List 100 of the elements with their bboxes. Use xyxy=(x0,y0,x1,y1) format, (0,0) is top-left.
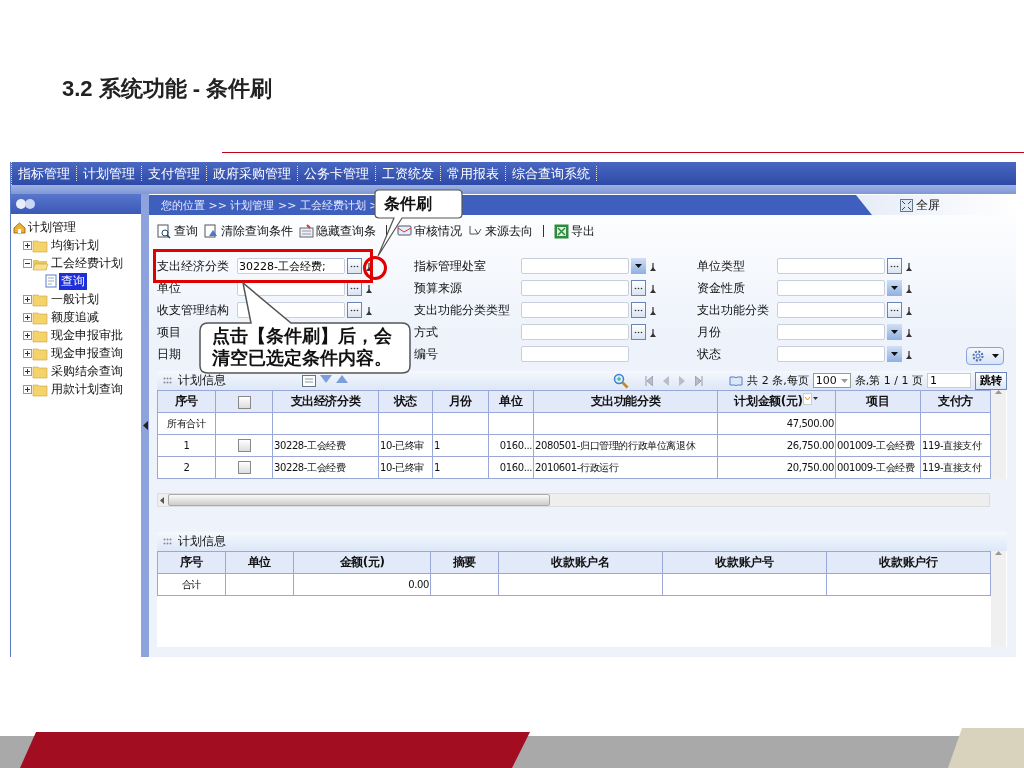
menu-item[interactable]: 支付管理 xyxy=(142,166,207,181)
folder-icon xyxy=(32,309,49,325)
mail-icon[interactable] xyxy=(397,223,412,239)
callout-text: 条件刷 xyxy=(384,194,432,215)
picker-button[interactable] xyxy=(631,324,646,340)
search-icon[interactable] xyxy=(157,223,172,239)
collapse-icon[interactable] xyxy=(23,258,32,268)
list-icon[interactable] xyxy=(302,374,316,387)
menu-item[interactable]: 政府采购管理 xyxy=(207,166,298,181)
fullscreen-icon[interactable] xyxy=(900,198,913,212)
expand-icon[interactable] xyxy=(23,384,32,394)
checkbox[interactable] xyxy=(237,395,251,409)
sort-menu-icon[interactable] xyxy=(802,393,819,405)
brush-icon[interactable] xyxy=(365,260,373,272)
tree-item[interactable]: 现金申报审批 xyxy=(49,326,125,344)
picker-button[interactable] xyxy=(887,258,902,274)
scrollbar[interactable] xyxy=(991,390,1006,479)
expand-icon[interactable] xyxy=(23,366,32,376)
tree-item[interactable]: 查询 xyxy=(59,272,87,290)
tree-item[interactable]: 用款计划查询 xyxy=(49,380,125,398)
brush-icon[interactable] xyxy=(905,282,913,294)
input-field[interactable] xyxy=(777,346,885,362)
input-field[interactable] xyxy=(777,280,885,296)
tree-item[interactable]: 采购结余查询 xyxy=(49,362,125,380)
scrollbar[interactable] xyxy=(157,493,990,507)
checkbox[interactable] xyxy=(237,461,251,474)
input-field[interactable]: 30228-工会经费; xyxy=(237,258,345,274)
tree-item[interactable]: 额度追减 xyxy=(49,308,101,326)
input-field[interactable] xyxy=(521,346,629,362)
first-page-icon[interactable] xyxy=(645,375,654,386)
input-field[interactable] xyxy=(521,324,629,340)
ellipsis-icon xyxy=(890,308,899,312)
menu-item[interactable]: 常用报表 xyxy=(441,166,506,181)
dots-icon xyxy=(15,198,37,210)
document-icon[interactable] xyxy=(204,223,219,239)
brush-icon[interactable] xyxy=(905,326,913,338)
dropdown-button[interactable] xyxy=(631,258,646,274)
brush-icon[interactable] xyxy=(649,282,657,294)
brush-icon[interactable] xyxy=(905,260,913,272)
brush-icon[interactable] xyxy=(649,260,657,272)
caret-icon xyxy=(635,264,642,268)
picker-button[interactable] xyxy=(631,280,646,296)
tree-item[interactable]: 工会经费计划 xyxy=(49,254,125,272)
table-cell: 1 xyxy=(157,434,216,457)
expand-icon[interactable] xyxy=(23,348,32,358)
caret-icon[interactable] xyxy=(992,354,1000,358)
expand-icon[interactable] xyxy=(23,294,32,304)
tree-item[interactable]: 现金申报查询 xyxy=(49,344,125,362)
tree-item[interactable]: 一般计划 xyxy=(49,290,101,308)
picker-button[interactable] xyxy=(347,302,362,318)
page-size-select[interactable]: 100 xyxy=(812,373,851,388)
input-field[interactable] xyxy=(777,258,885,274)
brush-icon[interactable] xyxy=(905,304,913,316)
input-field[interactable] xyxy=(777,302,885,318)
toolbar-button[interactable]: 查询 xyxy=(157,222,198,240)
scrollbar[interactable] xyxy=(991,551,1006,647)
brush-icon[interactable] xyxy=(365,282,373,294)
expand-icon[interactable] xyxy=(23,312,32,322)
settings-icon[interactable] xyxy=(970,349,985,363)
brush-icon[interactable] xyxy=(649,326,657,338)
zoom-in-icon[interactable] xyxy=(613,372,630,389)
ellipsis-icon xyxy=(890,264,899,268)
checkbox[interactable] xyxy=(237,439,251,452)
menu-item[interactable]: 计划管理 xyxy=(77,166,142,181)
picker-button[interactable] xyxy=(887,302,902,318)
menu-item[interactable]: 综合查询系统 xyxy=(506,166,597,181)
fullscreen-tab[interactable]: 全屏 xyxy=(856,195,1016,215)
input-field[interactable] xyxy=(521,302,629,318)
settings-button[interactable] xyxy=(966,347,1004,365)
page-input[interactable]: 1 xyxy=(927,373,971,388)
last-page-icon[interactable] xyxy=(695,375,704,386)
menu-item[interactable]: 指标管理 xyxy=(12,166,77,181)
form-icon[interactable] xyxy=(299,223,314,239)
jump-button[interactable]: 跳转 xyxy=(975,371,1007,390)
menu-item[interactable]: 公务卡管理 xyxy=(298,166,376,181)
brush-icon[interactable] xyxy=(905,348,913,360)
toolbar-button[interactable]: 隐藏查询条 xyxy=(299,222,376,240)
tree-item[interactable]: 计划管理 xyxy=(26,218,78,236)
brush-icon[interactable] xyxy=(365,304,373,316)
input-field[interactable] xyxy=(777,324,885,340)
brush-icon[interactable] xyxy=(649,304,657,316)
toolbar-button[interactable]: 清除查询条件 xyxy=(204,222,293,240)
menu-item[interactable]: 工资统发 xyxy=(376,166,441,181)
picker-button[interactable] xyxy=(631,302,646,318)
expand-icon[interactable] xyxy=(23,330,32,340)
expand-icon[interactable] xyxy=(23,240,32,250)
dropdown-button[interactable] xyxy=(887,346,902,362)
scroll-left-icon[interactable] xyxy=(160,496,164,504)
fullscreen-label[interactable]: 全屏 xyxy=(916,196,940,214)
tree-item[interactable]: 均衡计划 xyxy=(49,236,101,254)
collapse-arrow-icon[interactable] xyxy=(142,421,148,430)
picker-button[interactable] xyxy=(347,258,362,274)
dropdown-button[interactable] xyxy=(887,280,902,296)
toolbar-button[interactable]: 来源去向 xyxy=(468,222,533,240)
spreadsheet-icon[interactable] xyxy=(554,223,569,239)
input-field[interactable] xyxy=(521,280,629,296)
toolbar-button[interactable]: 审核情况 xyxy=(397,222,462,240)
input-field[interactable] xyxy=(521,258,629,274)
toolbar-button[interactable]: 导出 xyxy=(554,222,595,240)
dropdown-button[interactable] xyxy=(887,324,902,340)
